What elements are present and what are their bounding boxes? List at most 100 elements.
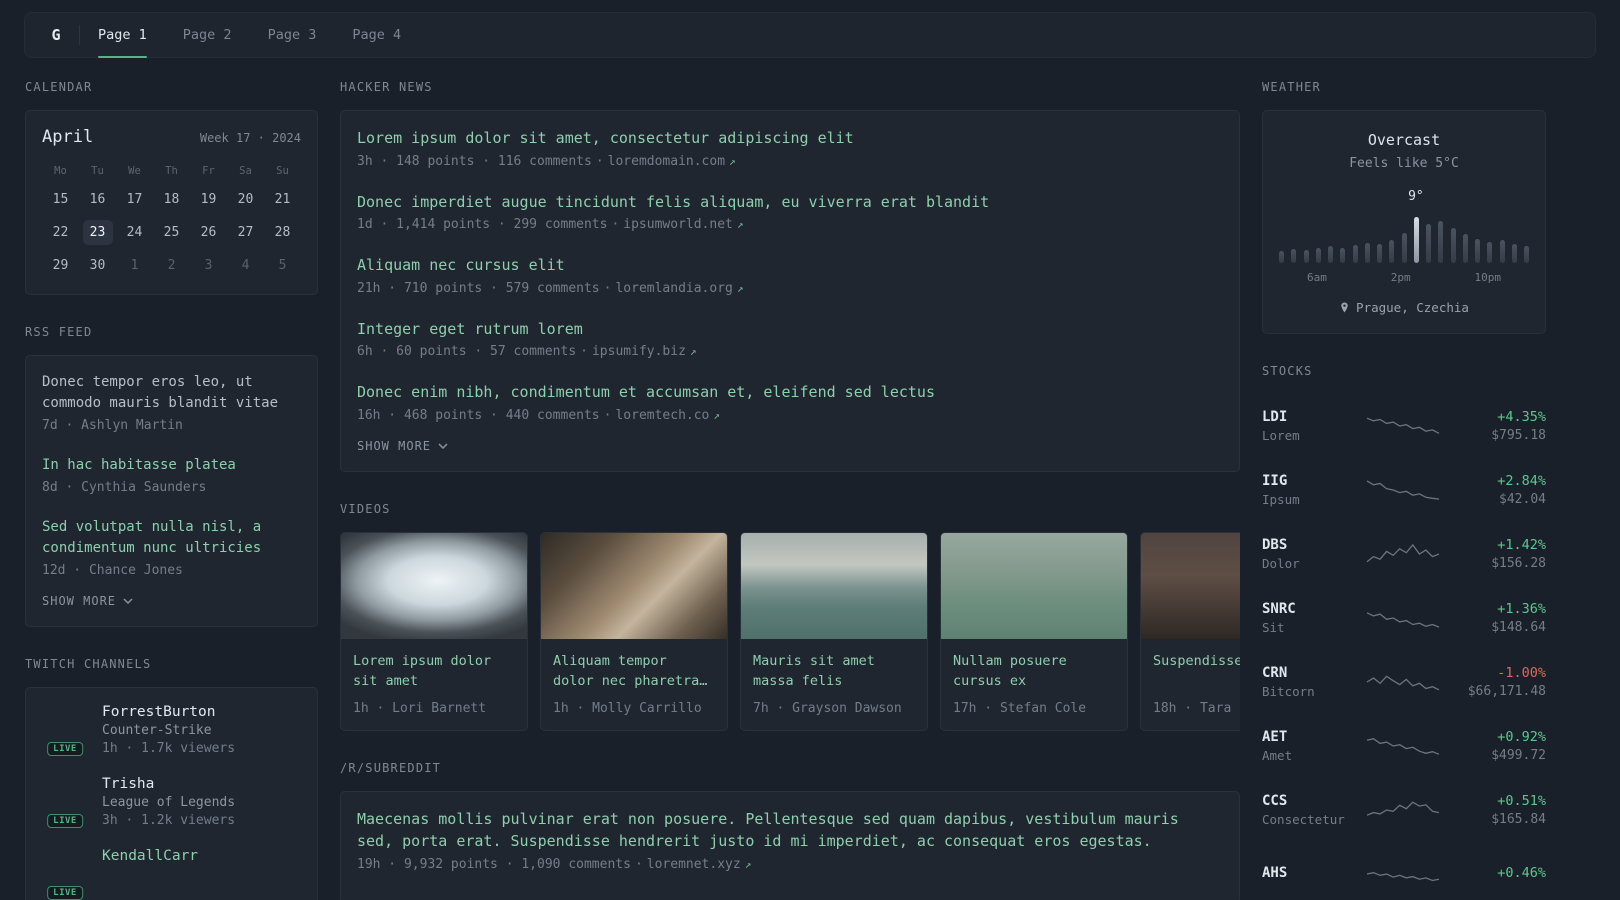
page-tab[interactable]: Page 3 [268, 13, 317, 57]
videos-carousel: Lorem ipsum dolor sit amet consectetu… 1… [340, 531, 1240, 731]
calendar-days: 15 16 17 18 19 20 21 22 23 24 25 26 27 28 29 30 1 2 3 4 5 [42, 187, 301, 278]
hn-show-more-button[interactable]: SHOW MORE [357, 437, 448, 455]
calendar-week-year: Week 17 · 2024 [199, 131, 301, 145]
stock-name: Dolor [1262, 556, 1300, 571]
hn-item: Donec enim nibh, condimentum et accumsan… [357, 381, 1223, 423]
twitch-channel[interactable]: LIVE ForrestBurton Counter-Strike 1h · 1… [42, 704, 301, 756]
subreddit-post: Maecenas mollis pulvinar erat non posuer… [357, 808, 1223, 872]
calendar-day: 2 [167, 258, 176, 273]
page-tabs: Page 1 Page 2 Page 3 Page 4 [98, 13, 401, 58]
stock-name: Ipsum [1262, 492, 1300, 507]
twitch-section-title: TWITCH CHANNELS [25, 657, 152, 671]
day-of-week-label: Tu [91, 165, 104, 177]
calendar-day: 16 [89, 192, 106, 207]
rss-item-title-link[interactable]: Donec tempor eros leo, ut commodo mauris… [42, 372, 301, 414]
stock-row[interactable]: AHS +0.46% [1262, 842, 1546, 900]
weather-time-label: 6am [1307, 271, 1327, 284]
calendar-day: 17 [126, 192, 143, 207]
live-badge: LIVE [47, 814, 83, 828]
stock-change: +2.84% [1497, 473, 1546, 489]
stock-row[interactable]: SNRC Sit +1.36% $148.64 [1262, 586, 1546, 650]
stock-symbol: SNRC [1262, 601, 1296, 617]
hn-item-title-link[interactable]: Donec imperdiet augue tincidunt felis al… [357, 191, 1223, 214]
video-thumbnail [541, 532, 727, 639]
weather-time-label: 2pm [1390, 271, 1411, 284]
weather-feels-like: Feels like 5°C [1349, 156, 1459, 171]
external-link-icon: ↗ [689, 345, 697, 358]
calendar-day: 23 [82, 220, 113, 245]
video-card[interactable]: Mauris sit amet massa felis 7h · Grayson… [740, 531, 928, 731]
video-meta: 18h · Tara [1153, 700, 1232, 716]
center-column: HACKER NEWS Lorem ipsum dolor sit amet, … [340, 80, 1240, 900]
day-of-week-label: Mo [54, 165, 67, 177]
subreddit-post-domain-link[interactable]: loremnet.xyz ↗ [647, 857, 752, 872]
stock-row[interactable]: AET Amet +0.92% $499.72 [1262, 714, 1546, 778]
hn-item-domain-link[interactable]: loremtech.co ↗ [615, 408, 720, 423]
calendar-month: April [42, 127, 94, 147]
twitch-channel[interactable]: LIVE KendallCarr [42, 848, 301, 900]
stock-row[interactable]: LDI Lorem +4.35% $795.18 [1262, 394, 1546, 458]
hn-item-title-link[interactable]: Integer eget rutrum lorem [357, 318, 1223, 341]
app-logo: G [51, 26, 61, 44]
rss-show-more-button[interactable]: SHOW MORE [42, 592, 133, 610]
stock-row[interactable]: IIG Ipsum +2.84% $42.04 [1262, 458, 1546, 522]
rss-card: Donec tempor eros leo, ut commodo mauris… [25, 355, 318, 627]
subreddit-widget: /R/SUBREDDIT Maecenas mollis pulvinar er… [340, 761, 1240, 900]
stock-row[interactable]: CCS Consectetur +0.51% $165.84 [1262, 778, 1546, 842]
rss-item-meta: 8d · Cynthia Saunders [42, 480, 207, 495]
rss-item-title-link[interactable]: In hac habitasse platea [42, 455, 301, 476]
stock-sparkline [1366, 667, 1440, 697]
video-card[interactable]: Lorem ipsum dolor sit amet consectetu… 1… [340, 531, 528, 731]
stock-symbol: DBS [1262, 537, 1288, 553]
weather-time-axis: 6am 2pm 10pm [1279, 271, 1529, 284]
stock-row[interactable]: CRN Bitcorn -1.00% $66,171.48 [1262, 650, 1546, 714]
calendar-day: 26 [200, 225, 217, 240]
hn-item-domain-link[interactable]: ipsumify.biz ↗ [592, 344, 697, 359]
day-of-week-label: Th [165, 165, 178, 177]
rss-item-meta: 7d · Ashlyn Martin [42, 418, 183, 433]
stock-name: Amet [1262, 748, 1293, 763]
calendar-day-headers: Mo Tu We Th Fr Sa Su [42, 165, 301, 177]
video-title: Mauris sit amet massa felis [753, 652, 875, 690]
stock-change: +0.51% [1497, 793, 1546, 809]
hn-item-domain-link[interactable]: loremlandia.org ↗ [615, 281, 743, 296]
video-meta: 1h · Molly Carrillo [553, 700, 702, 716]
stocks-widget: STOCKS LDI Lorem +4.35% $795.18 IIG Ipsu… [1262, 364, 1546, 900]
calendar-day: 28 [274, 225, 291, 240]
video-card[interactable]: Nullam posuere cursus ex 17h · Stefan Co… [940, 531, 1128, 731]
video-title: Aliquam tempor dolor nec pharetra… [553, 652, 708, 690]
hn-item-title-link[interactable]: Aliquam nec cursus elit [357, 254, 1223, 277]
hn-item-title-link[interactable]: Donec enim nibh, condimentum et accumsan… [357, 381, 1223, 404]
video-thumbnail [741, 532, 927, 639]
weather-location: Prague, Czechia [1279, 300, 1529, 315]
calendar-day: 20 [237, 192, 254, 207]
stock-symbol: CCS [1262, 793, 1288, 809]
twitch-widget: TWITCH CHANNELS LIVE ForrestBurton Count… [25, 657, 318, 900]
calendar-day: 21 [274, 192, 291, 207]
page-tab-label: Page 4 [352, 27, 402, 43]
day-of-week-label: Sa [239, 165, 252, 177]
page-tab[interactable]: Page 4 [352, 13, 401, 57]
stock-row[interactable]: DBS Dolor +1.42% $156.28 [1262, 522, 1546, 586]
external-link-icon: ↗ [713, 408, 721, 422]
rss-item-title-link[interactable]: Sed volutpat nulla nisl, a condimentum n… [42, 517, 301, 559]
stock-price: $66,171.48 [1467, 684, 1546, 699]
hn-item-domain-link[interactable]: loremdomain.com ↗ [608, 154, 736, 169]
channel-viewers: 3h · 1.2k viewers [102, 813, 236, 828]
hn-item-title-link[interactable]: Lorem ipsum dolor sit amet, consectetur … [357, 127, 1223, 150]
left-column: CALENDAR April Week 17 · 2024 Mo Tu We Th Fr… [25, 80, 318, 900]
subreddit-post-title-link[interactable]: Maecenas mollis pulvinar erat non posuer… [357, 808, 1223, 853]
twitch-channel[interactable]: LIVE Trisha League of Legends 3h · 1.2k … [42, 776, 301, 828]
stock-price: $42.04 [1499, 492, 1546, 507]
stock-sparkline [1366, 795, 1440, 825]
page-tab[interactable]: Page 1 [98, 13, 147, 58]
channel-category: Counter-Strike [102, 723, 212, 738]
hn-item-domain-link[interactable]: ipsumworld.net ↗ [623, 217, 743, 232]
page-tab[interactable]: Page 2 [183, 13, 232, 57]
video-card[interactable]: Suspendisse diam 18h · Tara [1140, 531, 1240, 731]
video-card[interactable]: Aliquam tempor dolor nec pharetra… 1h · … [540, 531, 728, 731]
stocks-section-title: STOCKS [1262, 364, 1313, 378]
calendar-day: 18 [163, 192, 180, 207]
stock-name: Consectetur [1262, 812, 1345, 827]
subreddit-card: Maecenas mollis pulvinar erat non posuer… [340, 790, 1240, 900]
